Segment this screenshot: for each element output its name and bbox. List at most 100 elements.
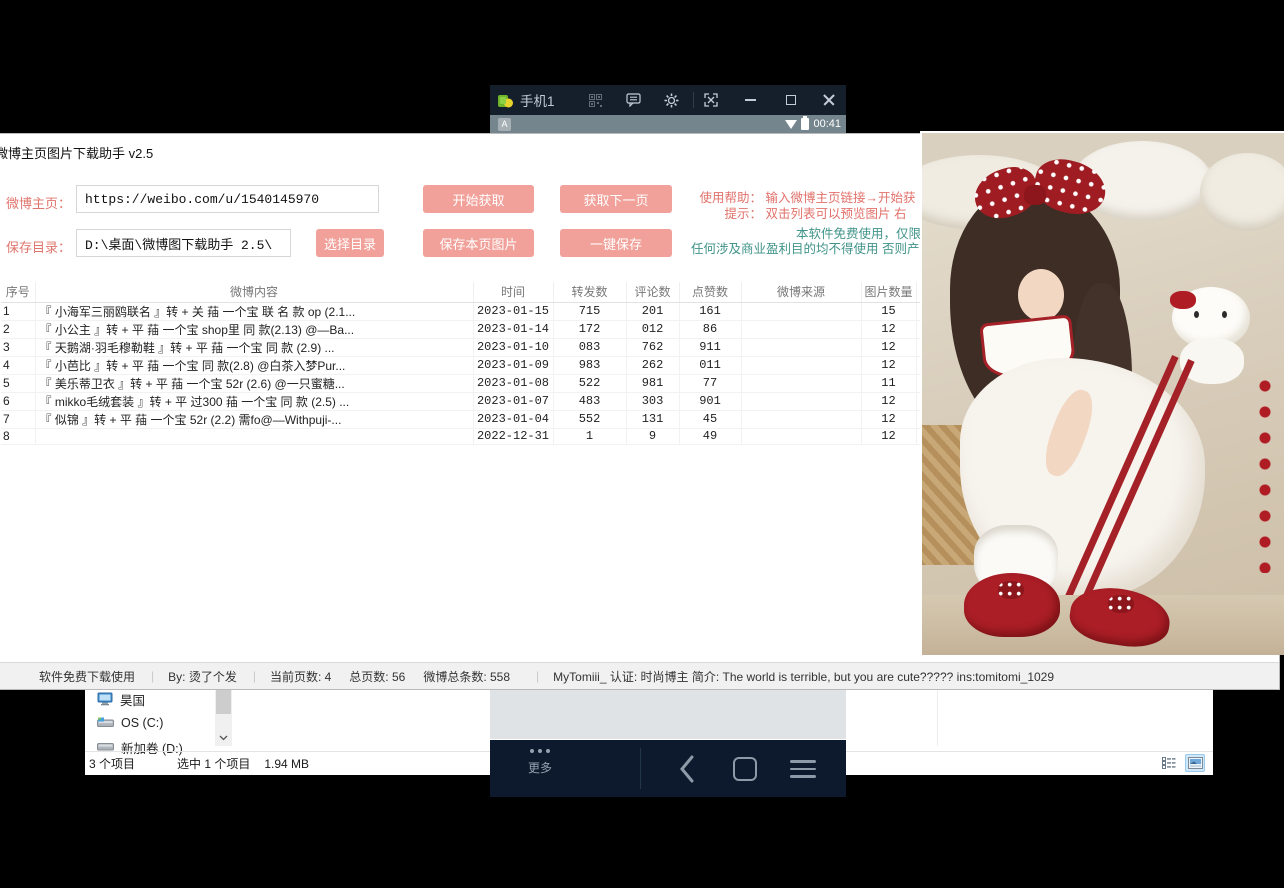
explorer-item-pc[interactable]: 昊国 <box>97 688 212 710</box>
help-line1-text: 输入微博主页链接→开始获 <box>765 191 915 205</box>
cell-source <box>741 320 861 338</box>
cell-content: 『 小芭比 』转 + 平 菗 一个宝 同 款(2.8) @白茶入梦Pur... <box>35 356 473 374</box>
fullscreen-button[interactable] <box>698 90 724 110</box>
recents-button[interactable] <box>786 752 820 786</box>
status-current-page: 当前页数: 4 <box>270 668 331 685</box>
maximize-button[interactable] <box>778 90 804 110</box>
cell-like: 901 <box>679 392 741 410</box>
desktop: 昊国 OS (C:) 新加卷 (D:) <box>0 0 1284 888</box>
cell-count: 12 <box>861 356 916 374</box>
cell-content: 『 美乐蒂卫衣 』转 + 平 菗 一个宝 52r (2.6) @一只蜜糖... <box>35 374 473 392</box>
cell-source <box>741 374 861 392</box>
cell-seq: 4 <box>1 356 35 374</box>
face-shape <box>1018 269 1064 321</box>
cell-content: 『 小海军三丽鸥联名 』转 + 关 菗 一个宝 联 名 款 op (2.1... <box>35 302 473 320</box>
cell-count: 11 <box>861 374 916 392</box>
close-icon <box>823 94 835 106</box>
cell-content: 『 mikko毛绒套装 』转 + 平 过300 菗 一个宝 同 款 (2.5) … <box>35 392 473 410</box>
back-button[interactable] <box>670 752 704 786</box>
cell-repost: 983 <box>553 356 626 374</box>
explorer-scrollbar[interactable] <box>215 684 232 746</box>
home-button[interactable] <box>728 752 762 786</box>
berry-garland-shape <box>1254 373 1280 573</box>
navbar-divider <box>640 748 641 789</box>
usage-help-text: 使用帮助： 输入微博主页链接→开始获 提示： 双击列表可以预览图片 右 <box>696 190 916 222</box>
choose-dir-button[interactable]: 选择目录 <box>316 229 384 257</box>
cell-seq: 6 <box>1 392 35 410</box>
col-header-time[interactable]: 时间 <box>473 282 553 302</box>
fullscreen-icon <box>704 93 718 107</box>
details-view-button[interactable] <box>1159 754 1179 772</box>
cell-comment: 981 <box>626 374 679 392</box>
cell-repost: 083 <box>553 338 626 356</box>
statusbar-separator: | <box>151 669 154 683</box>
cell-like: 011 <box>679 356 741 374</box>
status-total-posts: 微博总条数: 558 <box>423 668 510 685</box>
cell-repost: 522 <box>553 374 626 392</box>
explorer-item-drive-c[interactable]: OS (C:) <box>97 712 212 734</box>
clock: 00:41 <box>813 118 841 130</box>
cell-source <box>741 338 861 356</box>
qr-code-button[interactable] <box>583 90 609 110</box>
help-line2-label: 提示： <box>696 206 762 222</box>
col-header-comment[interactable]: 评论数 <box>626 282 679 302</box>
android-navbar: 更多 <box>490 740 846 797</box>
status-author: By: 烫了个发 <box>168 668 237 685</box>
cell-time: 2023-01-15 <box>473 302 553 320</box>
status-free-download: 软件免费下载使用 <box>39 668 135 685</box>
help-line1-label: 使用帮助： <box>696 190 762 206</box>
cell-seq: 7 <box>1 410 35 428</box>
col-header-like[interactable]: 点赞数 <box>679 282 741 302</box>
cell-repost: 172 <box>553 320 626 338</box>
save-dir-input[interactable] <box>76 229 291 257</box>
cell-count: 12 <box>861 338 916 356</box>
cell-repost: 715 <box>553 302 626 320</box>
col-header-seq[interactable]: 序号 <box>1 282 35 302</box>
explorer-selected-count: 选中 1 个项目 <box>177 755 250 772</box>
maximize-icon <box>786 95 796 105</box>
back-chevron-icon <box>678 755 696 783</box>
explorer-item-label: 昊国 <box>120 690 145 709</box>
cell-like: 911 <box>679 338 741 356</box>
more-button[interactable]: 更多 <box>518 749 562 776</box>
save-page-images-button[interactable]: 保存本页图片 <box>423 229 534 257</box>
thumbnail-view-button[interactable] <box>1185 754 1205 772</box>
fetch-next-page-button[interactable]: 获取下一页 <box>560 185 672 213</box>
cell-repost: 552 <box>553 410 626 428</box>
status-total-pages: 总页数: 56 <box>349 668 405 685</box>
cell-time: 2023-01-09 <box>473 356 553 374</box>
col-header-count[interactable]: 图片数量 <box>861 282 916 302</box>
app-statusbar: 软件免费下载使用 | By: 烫了个发 | 当前页数: 4 总页数: 56 微博… <box>0 662 1279 689</box>
explorer-item-count: 3 个项目 <box>89 755 135 772</box>
cell-like: 77 <box>679 374 741 392</box>
cell-content: 『 似锦 』转 + 平 菗 一个宝 52r (2.2) 需fo@—Withpuj… <box>35 410 473 428</box>
feedback-button[interactable] <box>621 90 647 110</box>
cell-comment: 201 <box>626 302 679 320</box>
home-url-input[interactable] <box>76 185 379 213</box>
cell-comment: 262 <box>626 356 679 374</box>
statusbar-separator: | <box>536 669 539 683</box>
start-fetch-button[interactable]: 开始获取 <box>423 185 534 213</box>
col-header-repost[interactable]: 转发数 <box>553 282 626 302</box>
cell-count: 12 <box>861 428 916 444</box>
col-header-source[interactable]: 微博来源 <box>741 282 861 302</box>
scrollbar-down-button[interactable] <box>215 730 232 746</box>
cell-seq: 5 <box>1 374 35 392</box>
explorer-item-label: OS (C:) <box>121 716 163 730</box>
drive-icon <box>97 717 114 729</box>
cell-time: 2023-01-04 <box>473 410 553 428</box>
explorer-pane-divider <box>937 684 938 746</box>
cell-count: 12 <box>861 392 916 410</box>
cell-comment: 131 <box>626 410 679 428</box>
cell-like: 161 <box>679 302 741 320</box>
close-button[interactable] <box>816 90 842 110</box>
cell-time: 2023-01-07 <box>473 392 553 410</box>
settings-button[interactable] <box>659 90 685 110</box>
cell-count: 15 <box>861 302 916 320</box>
minimize-button[interactable] <box>738 90 764 110</box>
emulator-titlebar[interactable]: 手机1 <box>490 85 846 115</box>
window-title: 微博主页图片下载助手 v2.5 <box>0 143 153 162</box>
more-label: 更多 <box>528 759 552 776</box>
col-header-content[interactable]: 微博内容 <box>35 282 473 302</box>
save-all-button[interactable]: 一键保存 <box>560 229 672 257</box>
